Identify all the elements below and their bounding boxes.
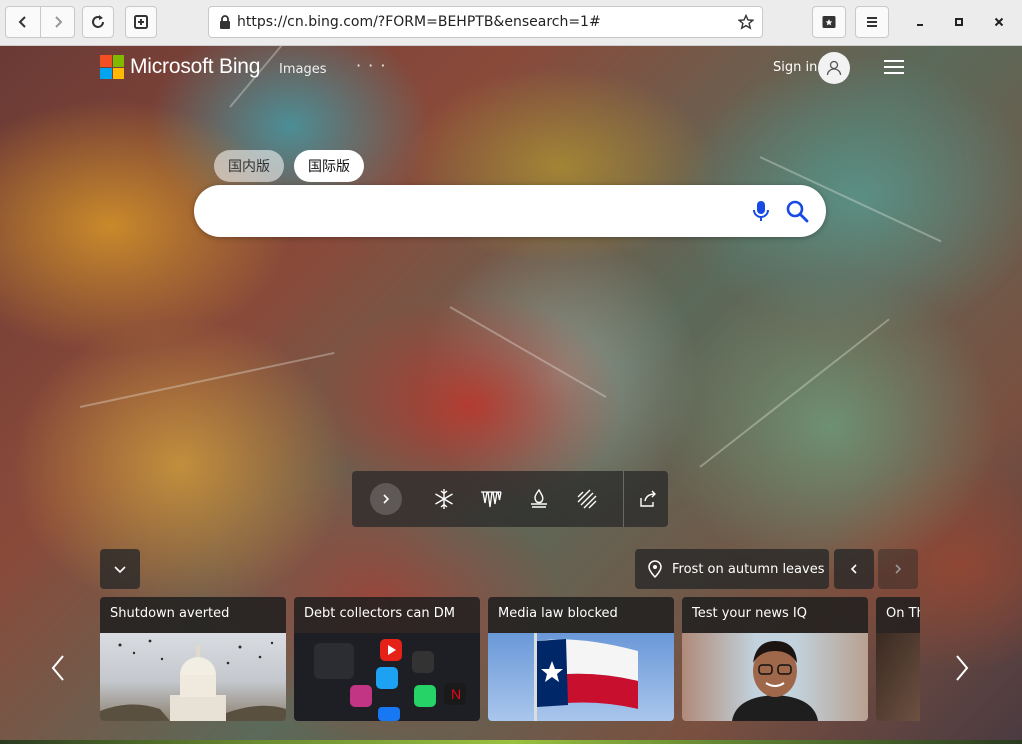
tab-overview-button[interactable] — [812, 6, 846, 38]
maximize-icon — [955, 18, 963, 26]
bing-logo[interactable]: Microsoft Bing — [100, 55, 260, 79]
next-image-arrow-button[interactable] — [878, 549, 918, 589]
caption-text: Frost on autumn leaves — [672, 561, 825, 577]
forward-button[interactable] — [40, 7, 74, 37]
image-caption[interactable]: Frost on autumn leaves — [635, 549, 829, 589]
news-card-title: Debt collectors can DM — [294, 597, 480, 633]
close-button[interactable] — [989, 12, 1009, 32]
capitol-image — [100, 639, 286, 721]
background-decoration — [449, 306, 607, 398]
news-card-image — [876, 633, 920, 721]
tab-china[interactable]: 国内版 — [214, 150, 284, 182]
microsoft-logo-icon — [100, 55, 124, 79]
carousel-prev-icon[interactable] — [48, 648, 68, 688]
chevron-left-icon — [18, 16, 26, 28]
star-icon[interactable] — [738, 14, 754, 30]
news-card[interactable]: Debt collectors can DM N — [294, 597, 480, 721]
campfire-icon[interactable] — [527, 487, 551, 511]
search-icon[interactable] — [784, 198, 810, 228]
chevron-right-icon — [54, 16, 62, 28]
lock-icon — [219, 15, 231, 29]
new-tab-icon — [134, 15, 148, 29]
tab-international[interactable]: 国际版 — [294, 150, 364, 182]
nav-buttons — [5, 6, 75, 38]
collapse-feed-button[interactable] — [100, 549, 140, 589]
hamburger-menu-button[interactable] — [884, 60, 904, 76]
news-card-title: On Th — [876, 597, 920, 633]
microphone-icon[interactable] — [748, 198, 774, 228]
menu-icon-bar — [884, 72, 904, 74]
minimize-icon — [917, 24, 923, 26]
texas-flag-image — [534, 633, 638, 721]
user-icon — [826, 60, 842, 76]
search-input[interactable] — [216, 197, 736, 225]
next-image-button[interactable] — [370, 483, 402, 515]
reload-button[interactable] — [82, 6, 114, 38]
reload-icon — [92, 15, 104, 28]
news-card[interactable]: Test your news IQ — [682, 597, 868, 721]
news-card[interactable]: Media law blocked — [488, 597, 674, 721]
sign-in-link[interactable]: Sign in — [773, 60, 817, 75]
news-card-title: Media law blocked — [488, 597, 674, 633]
background-decoration — [79, 351, 335, 408]
news-card-image — [682, 633, 868, 721]
browser-menu-button[interactable] — [855, 6, 889, 38]
minimize-button[interactable] — [910, 12, 930, 32]
chevron-right-icon — [895, 564, 902, 574]
share-icon[interactable] — [637, 488, 659, 510]
menu-icon — [867, 17, 877, 27]
chevron-down-icon — [114, 566, 126, 574]
news-card[interactable]: On Th — [876, 597, 920, 721]
page-bottom-edge — [0, 740, 1022, 744]
news-card-title: Test your news IQ — [682, 597, 868, 633]
nav-images-link[interactable]: Images — [279, 62, 327, 77]
news-card-title: Shutdown averted — [100, 597, 286, 633]
chevron-left-icon — [850, 564, 857, 574]
new-tab-button[interactable] — [125, 6, 157, 38]
news-card[interactable]: Shutdown averted — [100, 597, 286, 721]
location-pin-icon — [648, 560, 662, 578]
person-portrait-image — [732, 641, 818, 721]
frost-icon[interactable] — [575, 487, 599, 511]
menu-icon — [884, 60, 904, 62]
toolbar-divider — [623, 471, 624, 527]
background-decoration — [699, 318, 890, 468]
close-icon — [994, 17, 1004, 27]
browser-toolbar: https://cn.bing.com/?FORM=BEHPTB&ensearc… — [0, 0, 1022, 46]
social-apps-image: N — [314, 639, 466, 721]
nav-more-button[interactable]: · · · — [356, 56, 386, 75]
menu-icon-bar — [884, 66, 904, 68]
snowflake-icon[interactable] — [432, 487, 456, 511]
tab-overview-icon — [822, 16, 836, 28]
news-card-image — [488, 633, 674, 721]
news-card-image: N — [294, 633, 480, 721]
bing-homepage: Microsoft Bing Images · · · Sign in 国内版 … — [0, 46, 1022, 744]
image-toolbar — [352, 471, 668, 527]
icicles-icon[interactable] — [479, 487, 503, 511]
news-card-image — [100, 633, 286, 721]
carousel-next-icon[interactable] — [952, 648, 972, 688]
search-box — [194, 185, 826, 237]
back-button[interactable] — [6, 7, 40, 37]
news-carousel: Shutdown averted Debt collectors can DM — [100, 597, 920, 721]
next-image-icon — [383, 494, 390, 504]
avatar[interactable] — [818, 52, 850, 84]
svg-text:N: N — [451, 686, 461, 702]
previous-image-button[interactable] — [834, 549, 874, 589]
address-bar[interactable]: https://cn.bing.com/?FORM=BEHPTB&ensearc… — [208, 6, 763, 38]
url-text[interactable]: https://cn.bing.com/?FORM=BEHPTB&ensearc… — [237, 14, 738, 30]
maximize-button[interactable] — [949, 12, 969, 32]
brand-name: Microsoft Bing — [130, 55, 261, 78]
